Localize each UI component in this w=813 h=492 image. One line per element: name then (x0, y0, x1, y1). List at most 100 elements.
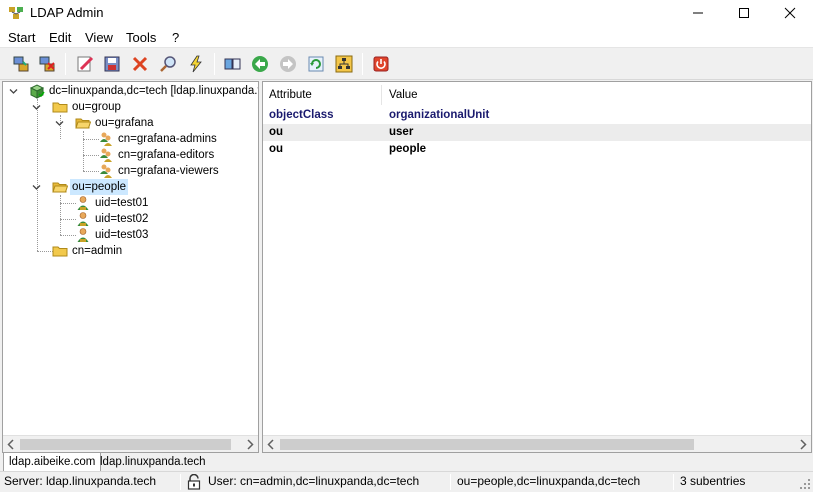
scroll-left-icon[interactable] (263, 436, 280, 453)
search-icon (160, 56, 176, 72)
attribute-row[interactable]: objectClass organizationalUnit (263, 107, 811, 124)
chevron-down-icon[interactable] (32, 103, 41, 112)
maximize-button[interactable] (721, 0, 767, 26)
exit-button[interactable] (370, 53, 392, 75)
minimize-icon (693, 12, 703, 14)
connect-button[interactable] (10, 53, 32, 75)
tree-horizontal-scrollbar[interactable] (3, 435, 258, 452)
status-user: User: cn=admin,dc=linuxpanda,dc=tech (208, 474, 420, 488)
scroll-right-icon[interactable] (241, 436, 258, 453)
tree-node-root[interactable]: dc=linuxpanda,dc=tech [ldap.linuxpanda.t (3, 83, 259, 99)
scrollbar-thumb[interactable] (20, 439, 231, 450)
edit-entry-icon (77, 56, 94, 72)
toolbar-separator (362, 53, 363, 75)
tree-node-grafana-admins[interactable]: cn=grafana-admins (3, 131, 233, 147)
connect-icon (13, 56, 29, 72)
close-button[interactable] (767, 0, 813, 26)
close-icon (784, 7, 796, 19)
delete-icon (132, 56, 148, 72)
tree-view-button[interactable] (333, 53, 355, 75)
lightning-icon (190, 55, 202, 73)
toolbar-separator (214, 53, 215, 75)
column-header-attribute[interactable]: Attribute (269, 82, 312, 108)
group-icon (100, 164, 112, 178)
minimize-button[interactable] (675, 0, 721, 26)
attribute-name: objectClass (269, 109, 334, 121)
tree-node-people[interactable]: ou=people (3, 179, 203, 195)
back-button[interactable] (249, 53, 271, 75)
tree-label-grafana-editors: cn=grafana-editors (118, 149, 215, 161)
chevron-down-icon[interactable] (55, 119, 64, 128)
tree-node-group[interactable]: ou=group (3, 99, 203, 115)
back-icon (252, 56, 268, 72)
toolbar-separator (65, 53, 66, 75)
tree-label-people: ou=people (70, 179, 129, 195)
edit-entry-button[interactable] (74, 53, 96, 75)
user-icon (77, 212, 89, 226)
lock-icon (187, 474, 201, 490)
status-subentries: 3 subentries (680, 474, 746, 488)
disconnect-button[interactable] (36, 53, 58, 75)
group-icon (100, 132, 112, 146)
tree-node-grafana-editors[interactable]: cn=grafana-editors (3, 147, 233, 163)
folder-icon (52, 102, 68, 113)
connection-tabs: ldap.aibeike.com ldap.linuxpanda.tech (0, 453, 813, 472)
status-dn: ou=people,dc=linuxpanda,dc=tech (457, 474, 641, 488)
tree-label-group: ou=group (72, 101, 121, 113)
directory-tree[interactable]: dc=linuxpanda,dc=tech [ldap.linuxpanda.t… (2, 81, 259, 453)
attribute-row[interactable]: ou people (263, 141, 811, 158)
save-button[interactable] (101, 53, 123, 75)
chevron-down-icon[interactable] (9, 87, 18, 96)
disconnect-icon (39, 56, 55, 72)
attribute-list[interactable]: Attribute Value objectClass organization… (262, 81, 812, 453)
chevron-down-icon[interactable] (32, 183, 41, 192)
title-bar: LDAP Admin (0, 0, 813, 26)
tree-label-root: dc=linuxpanda,dc=tech [ldap.linuxpanda.t (49, 85, 259, 97)
attribute-value: people (389, 143, 427, 155)
tree-label-grafana: ou=grafana (95, 117, 154, 129)
tree-node-grafana[interactable]: ou=grafana (3, 115, 203, 131)
delete-button[interactable] (129, 53, 151, 75)
tree-label-grafana-admins: cn=grafana-admins (118, 133, 217, 145)
tree-node-test01[interactable]: uid=test01 (3, 195, 203, 211)
scrollbar-thumb[interactable] (280, 439, 694, 450)
menu-help[interactable]: ? (172, 30, 179, 45)
status-bar: Server: ldap.linuxpanda.tech User: cn=ad… (0, 471, 813, 492)
forward-button[interactable] (277, 53, 299, 75)
maximize-icon (739, 8, 749, 18)
tree-icon (335, 55, 353, 73)
book-icon (224, 58, 241, 70)
menu-tools[interactable]: Tools (126, 30, 156, 45)
menu-edit[interactable]: Edit (49, 30, 71, 45)
window-title: LDAP Admin (30, 5, 104, 20)
tree-node-grafana-viewers[interactable]: cn=grafana-viewers (3, 163, 233, 179)
search-button[interactable] (157, 53, 179, 75)
attribute-row[interactable]: ou user (263, 124, 811, 141)
menu-start[interactable]: Start (8, 30, 35, 45)
refresh-icon (308, 56, 324, 72)
server-icon (29, 84, 45, 99)
menu-view[interactable]: View (85, 30, 113, 45)
resize-grip-icon[interactable] (799, 478, 811, 490)
tree-label-test02: uid=test02 (95, 213, 149, 225)
column-separator[interactable] (381, 85, 382, 105)
status-server: Server: ldap.linuxpanda.tech (4, 474, 157, 488)
tree-node-test02[interactable]: uid=test02 (3, 211, 203, 227)
column-header-value[interactable]: Value (389, 82, 418, 108)
scroll-left-icon[interactable] (3, 436, 20, 453)
attribute-name: ou (269, 126, 284, 138)
schema-button[interactable] (185, 53, 207, 75)
status-separator (673, 474, 674, 490)
folder-open-icon (75, 118, 91, 129)
attribute-name: ou (269, 143, 284, 155)
scroll-right-icon[interactable] (794, 436, 811, 453)
tree-label-grafana-viewers: cn=grafana-viewers (118, 165, 219, 177)
tree-node-admin[interactable]: cn=admin (3, 243, 203, 259)
tree-node-test03[interactable]: uid=test03 (3, 227, 203, 243)
tab-ldap-linuxpanda[interactable]: ldap.linuxpanda.tech (95, 455, 211, 472)
refresh-button[interactable] (305, 53, 327, 75)
user-icon (77, 196, 89, 210)
attribute-horizontal-scrollbar[interactable] (263, 435, 811, 452)
tab-ldap-aibeike[interactable]: ldap.aibeike.com (3, 453, 102, 472)
browse-button[interactable] (222, 53, 244, 75)
